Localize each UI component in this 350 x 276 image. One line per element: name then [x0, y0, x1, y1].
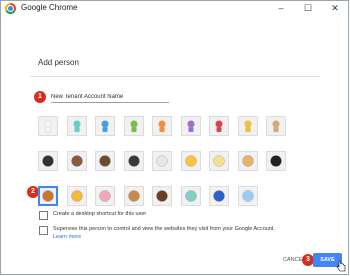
- learn-more-link[interactable]: Learn more: [53, 234, 81, 240]
- blue-silhouette-icon: [101, 120, 109, 133]
- orange-silhouette-icon: [158, 120, 166, 133]
- title-bar: Google Chrome – ☐ ✕: [1, 1, 348, 16]
- dog-icon: [127, 190, 140, 202]
- person-name-input[interactable]: [51, 92, 169, 103]
- dialog-title: Add person: [38, 58, 79, 67]
- burger-icon: [42, 190, 54, 202]
- tan-person-icon: [272, 120, 280, 133]
- sun-cloud-icon: [241, 190, 254, 202]
- cocktail-icon: [184, 190, 197, 202]
- alien-icon: [156, 155, 168, 167]
- close-button[interactable]: ✕: [323, 1, 347, 16]
- avatar-tan-person[interactable]: [266, 116, 286, 136]
- flower-icon: [213, 155, 225, 167]
- hand-cursor-icon: [336, 260, 346, 272]
- avatar-green-silhouette[interactable]: [123, 116, 144, 136]
- chrome-logo-icon: [5, 3, 16, 14]
- avatar-blue-silhouette[interactable]: [95, 116, 115, 136]
- music-note-icon: [213, 190, 225, 202]
- cupcake-icon: [99, 190, 111, 202]
- green-silhouette-icon: [129, 120, 138, 133]
- mustache-man-icon: [70, 155, 83, 167]
- avatar-orange-silhouette[interactable]: [152, 116, 172, 136]
- desktop-shortcut-checkbox[interactable]: [39, 211, 48, 220]
- cat-icon: [70, 190, 83, 202]
- avatar-detective[interactable]: [38, 151, 58, 171]
- avatar-white-silhouette[interactable]: [38, 116, 58, 136]
- smiley-icon: [184, 155, 197, 167]
- avatar-horse[interactable]: [152, 186, 172, 206]
- avatar-pizza[interactable]: [237, 151, 258, 171]
- horse-icon: [156, 190, 168, 202]
- avatar-bearded-man[interactable]: [95, 151, 115, 171]
- avatar-teal-silhouette[interactable]: [66, 116, 87, 136]
- white-silhouette-icon: [44, 120, 52, 133]
- window-title: Google Chrome: [21, 3, 78, 12]
- avatar-yellow-silhouette[interactable]: [237, 116, 258, 136]
- avatar-cat[interactable]: [66, 186, 87, 206]
- avatar-mustache-man[interactable]: [66, 151, 87, 171]
- avatar-red-silhouette[interactable]: [209, 116, 229, 136]
- avatar-flower[interactable]: [209, 151, 229, 171]
- red-silhouette-icon: [215, 120, 223, 133]
- ninja-icon: [127, 155, 140, 167]
- avatar-smiley[interactable]: [180, 151, 201, 171]
- pizza-icon: [241, 155, 254, 167]
- avatar-sun-cloud[interactable]: [237, 186, 258, 206]
- supervise-label: Supervise this person to control and vie…: [53, 226, 275, 232]
- yellow-silhouette-icon: [243, 120, 252, 133]
- step-badge-1: 1: [34, 91, 46, 103]
- minimize-button[interactable]: –: [269, 1, 293, 16]
- divider: [30, 76, 320, 77]
- avatar-alien[interactable]: [152, 151, 172, 171]
- desktop-shortcut-label: Create a desktop shortcut for this user: [53, 211, 147, 217]
- avatar-soccer-ball[interactable]: [266, 151, 286, 171]
- soccer-ball-icon: [270, 155, 282, 167]
- avatar-ninja[interactable]: [123, 151, 144, 171]
- supervise-checkbox[interactable]: [39, 226, 48, 235]
- avatar-cocktail[interactable]: [180, 186, 201, 206]
- detective-icon: [42, 155, 54, 167]
- avatar-music-note[interactable]: [209, 186, 229, 206]
- avatar-purple-silhouette[interactable]: [180, 116, 201, 136]
- purple-silhouette-icon: [186, 120, 195, 133]
- avatar-burger[interactable]: [38, 186, 58, 206]
- avatar-dog[interactable]: [123, 186, 144, 206]
- bearded-man-icon: [99, 155, 111, 167]
- avatar-cupcake[interactable]: [95, 186, 115, 206]
- teal-silhouette-icon: [72, 120, 81, 133]
- maximize-button[interactable]: ☐: [296, 1, 320, 16]
